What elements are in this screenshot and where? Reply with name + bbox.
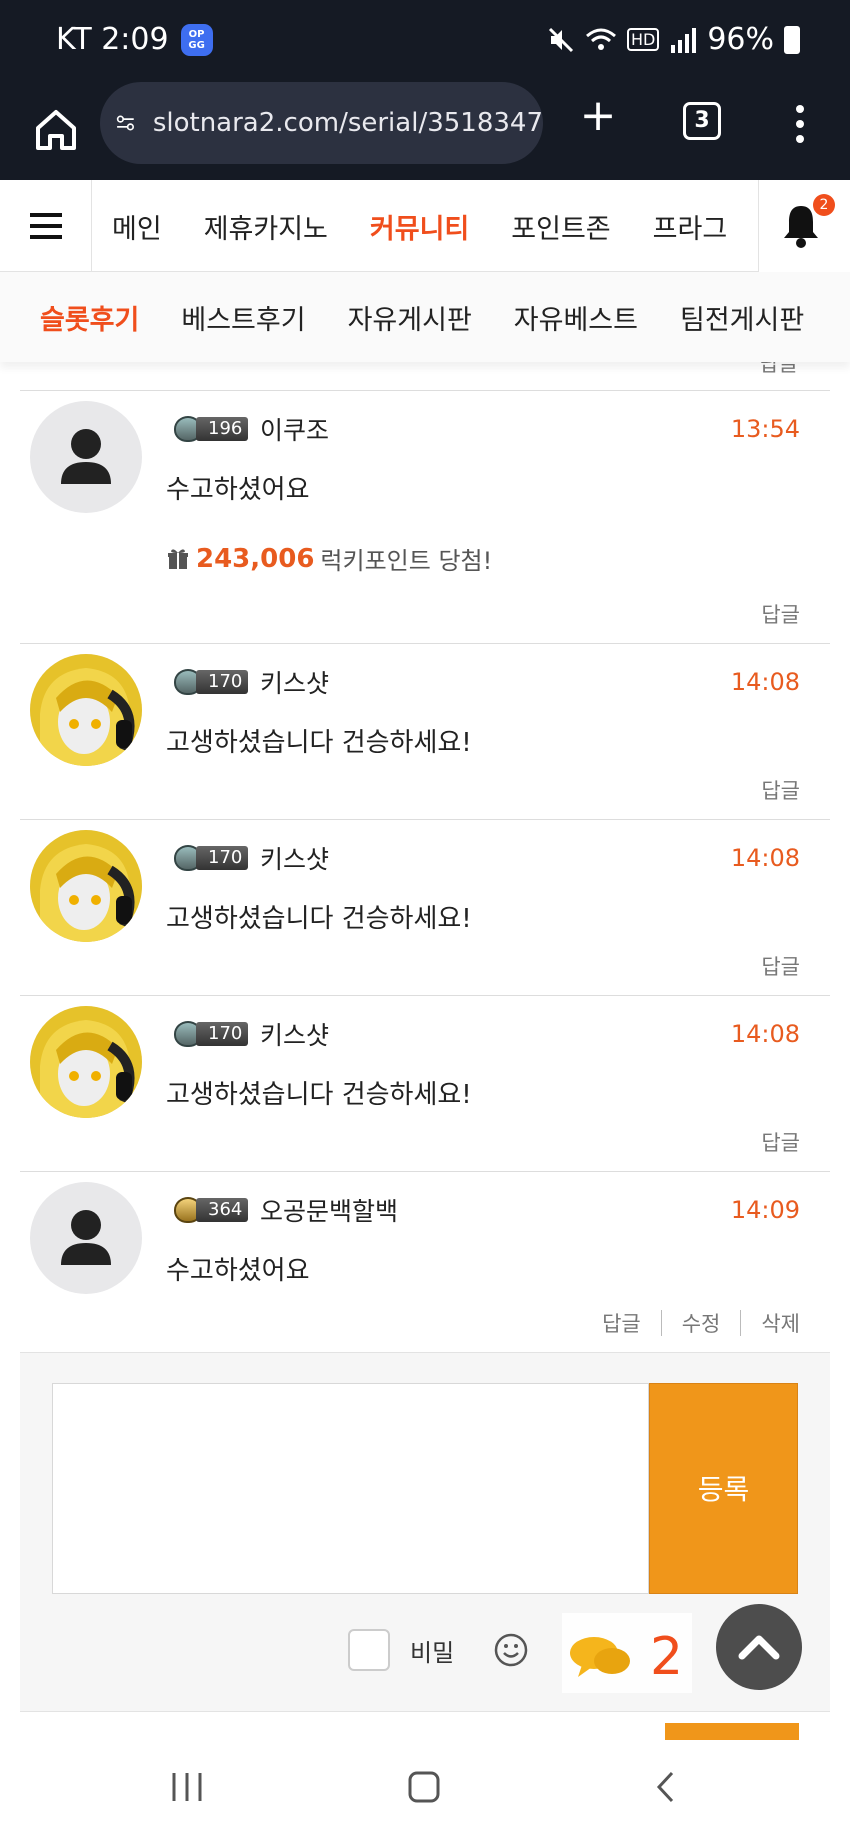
reply-link[interactable]: 답글 [759,362,798,378]
level-badge: 170 [174,1020,249,1048]
notification-badge: 2 [813,194,835,216]
level-badge: 170 [174,844,249,872]
chevron-up-icon [738,1635,780,1660]
nav-item-community[interactable]: 커뮤니티 [370,207,469,246]
new-tab-button[interactable]: + [578,94,618,138]
user-silhouette-icon [61,429,111,484]
comment-item: 170 키스샷 14:08 고생하셨습니다 건승하세요! 답글 [20,820,830,996]
avatar [30,1006,142,1118]
sub-nav-best-review[interactable]: 베스트후기 [181,298,305,337]
hamburger-menu-icon[interactable] [0,180,92,272]
comment-item: 196 이쿠조 13:54 수고하셨어요 243,006 럭키포인트 당첨! 답… [20,391,830,644]
nickname[interactable]: 오공문백할백 [260,1192,398,1228]
sub-nav-free-board[interactable]: 자유게시판 [348,298,472,337]
back-icon[interactable] [650,1770,684,1804]
secret-label: 비밀 [410,1638,455,1667]
lucky-point-amount: 243,006 [196,543,315,574]
nav-item-partner-casino[interactable]: 제휴카지노 [204,207,328,246]
status-bar: KT 2:09 OP GG HD 96% [0,0,850,82]
nav-item-main[interactable]: 메인 [112,207,162,246]
comment-time: 14:09 [730,1196,800,1224]
carrier-time: KT 2:09 [56,22,169,57]
nickname[interactable]: 키스샷 [260,840,329,876]
opgg-app-icon: OP GG [180,23,213,56]
gift-icon [168,548,188,569]
sub-nav-free-best[interactable]: 자유베스트 [514,298,638,337]
tab-count-button[interactable]: 3 [683,102,721,140]
default-avatar [30,401,142,513]
address-bar[interactable]: slotnara2.com/serial/3518347 [100,82,543,164]
comment-item: 364 오공문백할백 14:09 수고하셨어요 답글 수정 삭제 [20,1172,830,1352]
hd-voice-icon: HD [626,28,660,51]
site-settings-icon[interactable] [116,109,135,137]
comment-time: 14:08 [730,844,800,872]
comment-text: 고생하셨습니다 건승하세요! [166,1080,472,1110]
nickname[interactable]: 이쿠조 [260,411,329,447]
emoji-icon[interactable] [494,1633,528,1667]
comment-input[interactable] [52,1383,649,1594]
reply-link[interactable]: 답글 [761,951,800,981]
chat-bubbles-icon [570,1637,630,1677]
secret-checkbox[interactable] [348,1629,390,1671]
avatar [30,654,142,766]
notification-button[interactable]: 2 [758,180,850,272]
comment-time: 13:54 [730,415,800,443]
browser-toolbar: slotnara2.com/serial/3518347 + 3 [0,82,850,180]
comment-time: 14:08 [730,668,800,696]
anime-avatar-image [30,1006,142,1118]
divider [660,1310,662,1336]
sub-nav-team-board[interactable]: 팀전게시판 [680,298,804,337]
divider [740,1310,742,1336]
anime-avatar-image [30,830,142,942]
comment-text: 고생하셨습니다 건승하세요! [166,904,472,934]
avatar [30,830,142,942]
scroll-top-button[interactable] [716,1604,802,1690]
nav-item-pragmatic[interactable]: 프라그 [653,207,728,246]
user-silhouette-icon [61,1210,111,1265]
level-badge: 364 [174,1196,249,1224]
comment-text: 고생하셨습니다 건승하세요! [166,728,472,758]
sub-nav-slot-review[interactable]: 슬롯후기 [40,298,139,337]
reply-link[interactable]: 답글 [761,775,800,805]
signal-icon [671,27,697,53]
submit-button[interactable]: 등록 [649,1383,798,1594]
more-menu-icon[interactable] [790,102,810,146]
system-navigation-bar [0,1740,850,1842]
comment-item: 170 키스샷 14:08 고생하셨습니다 건승하세요! 답글 [20,644,830,820]
comment-text: 수고하셨어요 [166,1256,310,1286]
comment-text: 수고하셨어요 [166,475,310,505]
comment-list: 답글 196 이쿠조 13:54 수고하셨어요 243,006 럭키포인트 당첨… [20,362,830,1740]
comment-time: 14:08 [730,1020,800,1048]
reply-link[interactable]: 답글 [761,599,800,629]
battery-percent: 96% [707,22,774,57]
url-text: slotnara2.com/serial/3518347 [152,108,543,138]
battery-icon [784,25,800,54]
home-icon[interactable] [30,104,82,156]
lucky-point-notice: 243,006 럭키포인트 당첨! [166,541,492,576]
lucky-point-text: 럭키포인트 당첨! [320,547,493,575]
mute-icon [548,27,574,52]
edit-link[interactable]: 수정 [682,1308,721,1338]
anime-avatar-image [30,654,142,766]
comment-editor: 등록 비밀 [20,1352,830,1712]
nickname[interactable]: 키스샷 [260,664,329,700]
level-badge: 196 [174,415,249,443]
chat-count: 2 [650,1627,684,1687]
level-badge: 170 [174,668,249,696]
default-avatar [30,1182,142,1294]
nickname[interactable]: 키스샷 [260,1016,329,1052]
site-nav: 메인 제휴카지노 커뮤니티 포인트존 프라그 2 [0,180,850,272]
home-button-icon[interactable] [407,1770,441,1804]
recent-apps-icon[interactable] [170,1770,204,1804]
nav-item-point-zone[interactable]: 포인트존 [511,207,610,246]
wifi-icon [585,28,616,50]
reply-link[interactable]: 답글 [602,1308,641,1338]
reply-link[interactable]: 답글 [761,1127,800,1157]
floating-chat-button[interactable]: 2 [562,1613,692,1693]
comment-item: 170 키스샷 14:08 고생하셨습니다 건승하세요! 답글 [20,996,830,1172]
sub-nav: 슬롯후기 베스트후기 자유게시판 자유베스트 팀전게시판 [0,272,850,362]
delete-link[interactable]: 삭제 [761,1308,800,1338]
